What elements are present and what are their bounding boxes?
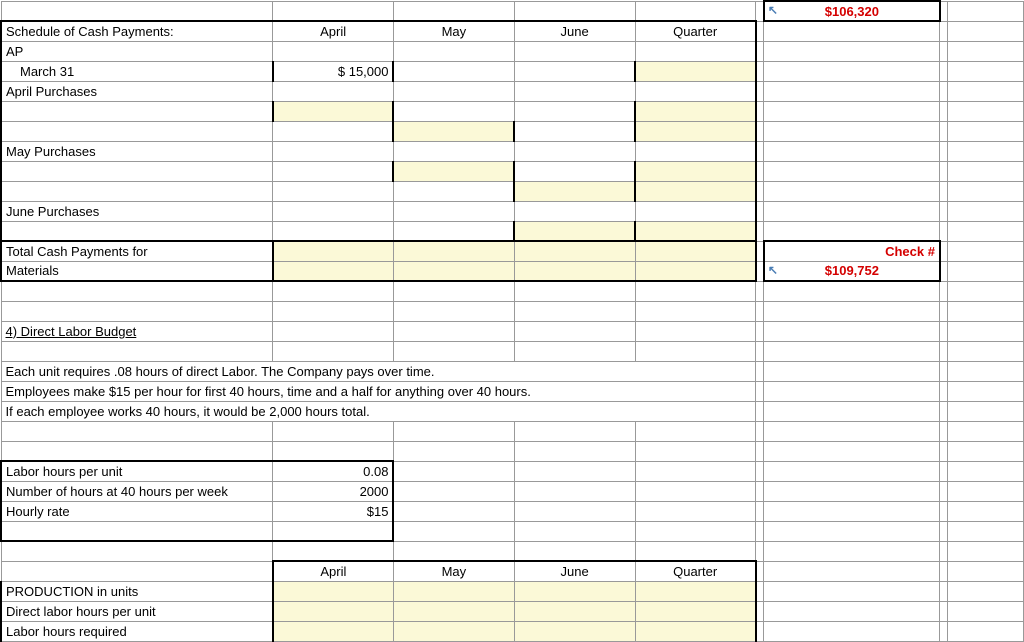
row-march31: March 31 [1,61,273,81]
row-ap: AP [1,41,273,61]
schedule-title: Schedule of Cash Payments: [1,21,273,41]
prod-col-may: May [393,561,514,581]
section4-line3: If each employee works 40 hours, it woul… [1,401,756,421]
cell-apr-pur-quarter[interactable] [635,101,756,121]
cell-prod-quarter[interactable] [635,581,756,601]
cell-apr-pur-april[interactable] [273,101,394,121]
cell-may-pur-quarter[interactable] [635,161,756,181]
hourly-value[interactable]: $15 [273,501,394,521]
row-may-purchases: May Purchases [1,141,273,161]
row-june-purchases: June Purchases [1,201,273,221]
prod-col-april: April [273,561,394,581]
cell-jun-pur-june[interactable] [514,221,635,241]
prod-row3: Labor hours required [1,621,273,641]
cell-prod-april[interactable] [273,581,394,601]
cell-total-quarter[interactable] [635,241,756,261]
hours40-value[interactable]: 2000 [273,481,394,501]
labor-per-unit-label: Labor hours per unit [1,461,273,481]
col-june: June [514,21,635,41]
check-label: Check # [764,241,940,261]
hours40-label: Number of hours at 40 hours per week [1,481,273,501]
cell-jun-pur-quarter[interactable] [635,221,756,241]
row-april-purchases: April Purchases [1,81,273,101]
cell-lhr-quarter[interactable] [635,621,756,641]
cell-lhr-may[interactable] [393,621,514,641]
cell-lhr-june[interactable] [514,621,635,641]
cell-prod-june[interactable] [514,581,635,601]
prod-row1: PRODUCTION in units [1,581,273,601]
totals-line1: Total Cash Payments for [1,241,273,261]
cell-may-pur-may[interactable] [393,161,514,181]
prod-col-june: June [514,561,635,581]
section4-line1: Each unit requires .08 hours of direct L… [1,361,756,381]
col-may: May [393,21,514,41]
cell-dlh-april[interactable] [273,601,394,621]
cell-dlh-june[interactable] [514,601,635,621]
cell-may-pur-june[interactable] [514,181,635,201]
section4-line2: Employees make $15 per hour for first 40… [1,381,756,401]
labor-per-unit-value[interactable]: 0.08 [273,461,394,481]
hourly-label: Hourly rate [1,501,273,521]
totals-line2: Materials [1,261,273,281]
cell-total-june[interactable] [514,241,635,261]
cell-total-april[interactable] [273,241,394,261]
prod-col-quarter: Quarter [635,561,756,581]
prod-row2: Direct labor hours per unit [1,601,273,621]
check-value[interactable]: $109,752 [764,261,940,281]
top-check-value[interactable]: $106,320 [764,1,940,21]
cell-total-may[interactable] [393,241,514,261]
cell-apr-pur-may[interactable] [393,121,514,141]
col-april: April [273,21,394,41]
cell-apr-pur-quarter2[interactable] [635,121,756,141]
cell-lhr-april[interactable] [273,621,394,641]
section4-heading: 4) Direct Labor Budget [1,321,273,341]
cell-prod-may[interactable] [393,581,514,601]
cell-dlh-may[interactable] [393,601,514,621]
cell-may-pur-quarter2[interactable] [635,181,756,201]
cell-dlh-quarter[interactable] [635,601,756,621]
cell-march31-april[interactable]: $ 15,000 [273,61,394,81]
cell-march31-quarter[interactable] [635,61,756,81]
col-quarter: Quarter [635,21,756,41]
spreadsheet-table: $106,320 Schedule of Cash Payments: Apri… [0,0,1024,642]
